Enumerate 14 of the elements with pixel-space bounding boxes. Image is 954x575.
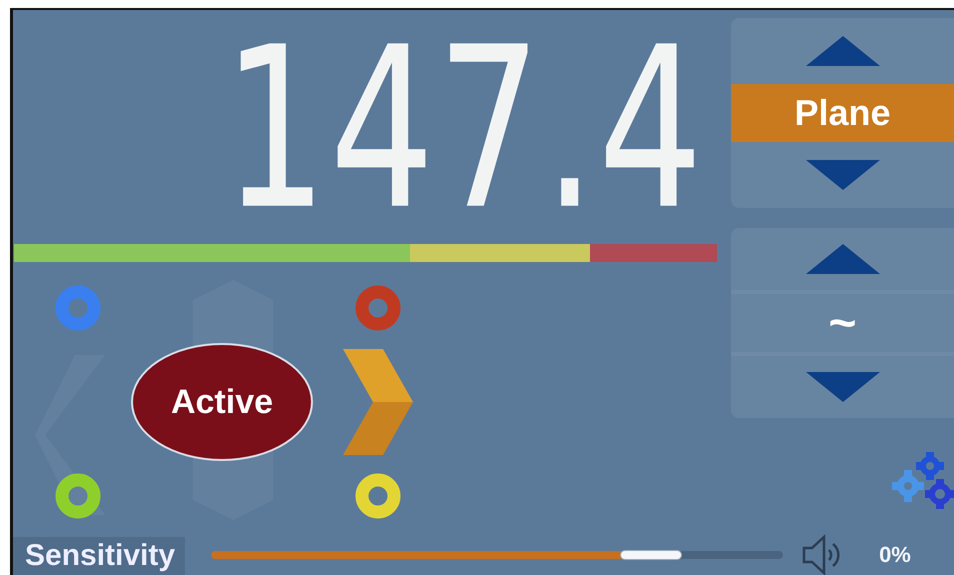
gears-icon[interactable] bbox=[890, 452, 954, 512]
sensitivity-slider[interactable] bbox=[211, 551, 784, 559]
speed-reading: 147.4 bbox=[222, 28, 705, 230]
up-arrow-icon[interactable] bbox=[806, 244, 880, 274]
down-arrow-icon[interactable] bbox=[806, 160, 880, 190]
next-chevron-icon[interactable] bbox=[343, 349, 413, 455]
mode-label[interactable]: Plane bbox=[731, 84, 954, 142]
status-button[interactable]: Active bbox=[131, 343, 313, 461]
sensitivity-label: Sensitivity bbox=[13, 537, 186, 575]
volume-reading: 0% bbox=[879, 542, 911, 568]
up-arrow-icon[interactable] bbox=[806, 36, 880, 66]
filter-label[interactable]: ~ bbox=[731, 290, 954, 356]
down-arrow-icon[interactable] bbox=[806, 372, 880, 402]
slider-thumb[interactable] bbox=[620, 550, 682, 560]
